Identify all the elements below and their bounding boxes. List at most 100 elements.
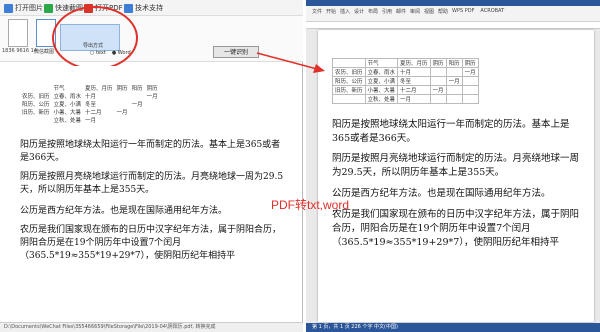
- word-title-bar: [306, 0, 600, 6]
- right-table-cell: 一月: [429, 85, 447, 95]
- scissors-icon: [44, 3, 53, 13]
- thumbnail-1[interactable]: [8, 19, 28, 47]
- tech-support-label: 技术支持: [135, 4, 163, 12]
- highlight-circle: [52, 6, 138, 70]
- right-table-cell: [445, 94, 463, 104]
- calendar-table-left: 节气 夏历、月历 阴历 阳历 阴历 农历、旧历 立春、雨水 十月 一月 阳历、公历 立夏、小满 冬至一…: [20, 84, 160, 124]
- left-table-cell: [20, 84, 52, 92]
- right-table-cell: 阴历: [429, 58, 447, 68]
- pdf-preview: 节气 夏历、月历 阴历 阳历 阴历 农历、旧历 立春、雨水 十月 一月 阳历、公历 立夏、小满 冬至一…: [10, 66, 295, 318]
- left-table-cell: [145, 108, 160, 116]
- left-table-row: 农历、旧历 立春、雨水 十月 一月: [20, 92, 160, 100]
- left-table-row: 阳历、公历 立夏、小满 冬至 一月: [20, 100, 160, 108]
- left-table-cell: 立春、雨水: [53, 94, 82, 100]
- file-path-status: D:\Documents\WeChat Files\355466659\File…: [0, 322, 303, 332]
- right-table-cell: [332, 58, 366, 68]
- left-table-cell: 节气: [53, 86, 65, 92]
- right-table-row: 节气 夏历、月历 阴历 阳历 阴历: [332, 58, 479, 68]
- right-table-cell: 一月: [461, 67, 479, 77]
- right-table-cell: 立春、雨水: [364, 67, 399, 77]
- open-image-button[interactable]: 打开图片: [2, 1, 45, 15]
- right-table-cell: 十月: [397, 67, 431, 77]
- left-table-cell: [20, 116, 52, 124]
- word-paragraph-2: 阴历是按照月亮绕地球运行而制定的历法。月亮绕地球一周为29.5天，所以阴历年基本…: [332, 153, 580, 178]
- left-table-cell: 阳历、公历: [22, 102, 50, 108]
- open-image-label: 打开图片: [15, 4, 43, 12]
- conversion-label: PDF转txt,word: [271, 198, 350, 212]
- right-table-cell: 阴历: [461, 58, 479, 68]
- arrow-head: [313, 64, 325, 73]
- right-table-cell: 冬至: [397, 76, 431, 86]
- left-table-cell: 一月: [146, 94, 158, 100]
- right-table-cell: 节气: [364, 58, 399, 68]
- left-table-cell: [130, 92, 145, 100]
- word-paragraph-4: 农历是我们国家现在颁布的日历中汉字纪年方法，属于阴阳合历，阴阳合历是在19个阴历…: [332, 209, 580, 248]
- right-table-cell: [461, 85, 479, 95]
- left-table-cell: 小暑、大暑: [53, 110, 82, 116]
- thumbnail-2-label: 微信截图: [34, 49, 55, 55]
- arrow-shaft: [256, 52, 318, 70]
- right-table-row: 农历、旧历 立春、雨水 十月 一月: [332, 67, 479, 77]
- word-tab[interactable]: ACROBAT: [480, 8, 504, 14]
- thumbnail-1-label: 1836 9616 14: [2, 48, 37, 54]
- left-table-row: 立秋、处暑 一月: [20, 116, 160, 124]
- right-table-cell: 农历、旧历: [332, 67, 366, 77]
- word-tab[interactable]: 视图: [424, 8, 434, 15]
- left-table-cell: 十月: [85, 94, 97, 100]
- right-table-cell: [429, 76, 447, 86]
- word-tab[interactable]: 文件: [312, 8, 322, 15]
- right-table-row: 阳历、公历 立夏、小满 冬至 一月: [332, 76, 479, 86]
- support-icon: [124, 3, 133, 13]
- left-table-cell: [115, 100, 130, 108]
- word-tab[interactable]: 审阅: [410, 8, 420, 15]
- left-table-cell: 立夏、小满: [53, 102, 82, 108]
- right-table-cell: 一月: [397, 94, 431, 104]
- word-tab[interactable]: 开始: [326, 8, 336, 15]
- word-tab[interactable]: 引用: [382, 8, 392, 15]
- right-table-cell: 一月: [445, 76, 463, 86]
- word-status-bar: 第 1 页，共 1 页 226 个字 中文(中国): [306, 323, 600, 332]
- right-table-cell: [332, 94, 366, 104]
- convert-button[interactable]: 一键识别: [213, 46, 259, 58]
- right-table-cell: [461, 94, 479, 104]
- right-table-cell: 十二月: [397, 85, 431, 95]
- right-table-cell: [429, 67, 447, 77]
- folder-icon: [4, 3, 13, 13]
- left-table-row: 节气 夏历、月历 阴历 阳历 阴历: [20, 84, 160, 92]
- right-table-cell: 旧历、新历: [332, 85, 366, 95]
- word-tab[interactable]: 插入: [340, 8, 350, 15]
- left-table-cell: 旧历、新历: [22, 110, 50, 116]
- tech-support-button[interactable]: 技术支持: [122, 1, 165, 15]
- left-table-cell: [115, 92, 130, 100]
- left-table-cell: [130, 116, 145, 124]
- left-table-cell: 农历、旧历: [22, 94, 50, 100]
- left-table-cell: [145, 116, 160, 124]
- word-tab[interactable]: 布局: [368, 8, 378, 15]
- word-tab[interactable]: 帮助: [438, 8, 448, 15]
- right-table-cell: 立秋、处暑: [364, 94, 399, 104]
- word-tab[interactable]: WPS PDF: [452, 8, 474, 14]
- calendar-table-right: 节气 夏历、月历 阴历 阳历 阴历 农历、旧历 立春、雨水 十月 一月 阳历、公历 立夏、小满 冬至一…: [332, 58, 479, 104]
- paragraph-3: 公历是西方纪年方法。也是现在国际通用纪年方法。: [20, 206, 228, 216]
- right-table-cell: [461, 76, 479, 86]
- word-tab[interactable]: 设计: [354, 8, 364, 15]
- left-table-cell: [115, 116, 130, 124]
- right-table-cell: [445, 85, 463, 95]
- left-table-cell: 阴历: [146, 86, 158, 92]
- right-table-cell: 夏历、月历: [397, 58, 431, 68]
- left-table-cell: 一月: [116, 110, 128, 116]
- right-table-cell: 小暑、大暑: [364, 85, 399, 95]
- red-arrow: [256, 52, 325, 73]
- right-table-row: 立秋、处暑 一月: [332, 94, 479, 104]
- right-table-row: 旧历、新历 小暑、大暑 十二月 一月: [332, 85, 479, 95]
- left-table-cell: 冬至: [85, 102, 97, 108]
- left-table-cell: 立秋、处暑: [53, 118, 82, 124]
- right-table-cell: 阳历、公历: [332, 76, 366, 86]
- left-table-cell: 一月: [131, 102, 143, 108]
- left-table-row: 旧历、新历 小暑、大暑 十二月 一月: [20, 108, 160, 116]
- left-table-cell: 十二月: [85, 110, 102, 116]
- left-table-cell: [130, 108, 145, 116]
- ocr-toolbar: 打开图片 快速截图 打开PDF 技术支持: [0, 0, 303, 16]
- paragraph-2: 阴历是按照月亮绕地球运行而制定的历法。月亮绕地球一周为29.5天，所以阴历年基本…: [20, 172, 284, 196]
- word-tab[interactable]: 邮件: [396, 8, 406, 15]
